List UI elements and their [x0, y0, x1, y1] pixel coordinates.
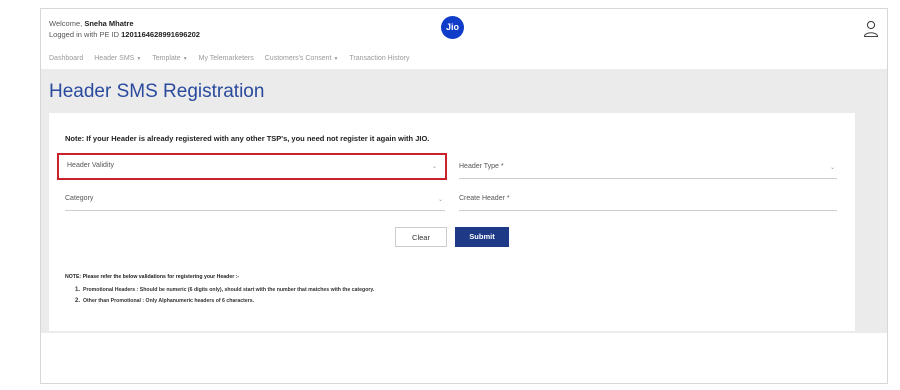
pe-id: 1201164628991696202: [121, 30, 200, 39]
nav-template[interactable]: Template ▼: [152, 55, 187, 62]
registration-card: Note: If your Header is already register…: [49, 113, 855, 331]
registration-note: Note: If your Header is already register…: [65, 134, 430, 143]
validation-list: 1. Promotional Headers : Should be numeri…: [75, 285, 374, 307]
nav-transaction-history[interactable]: Transaction History: [349, 55, 409, 62]
header-type-select[interactable]: Header Type * ⌄: [459, 155, 837, 179]
caret-down-icon: ▼: [333, 55, 339, 62]
caret-down-icon: ▼: [136, 55, 142, 62]
validation-note-title: NOTE: Please refer the below validations…: [65, 274, 240, 280]
nav-dashboard[interactable]: Dashboard: [49, 55, 83, 62]
validation-item: 1. Promotional Headers : Should be numeri…: [75, 287, 375, 293]
header-type-label: Header Type *: [459, 163, 504, 170]
chevron-down-icon: ⌄: [437, 197, 443, 203]
user-name: Sneha Mhatre: [84, 19, 134, 28]
nav-my-telemarketers[interactable]: My Telemarketers: [199, 55, 254, 62]
nav-header-sms[interactable]: Header SMS ▼: [94, 55, 141, 62]
pe-id-prefix: Logged in with PE ID: [49, 30, 120, 39]
page-title: Header SMS Registration: [49, 81, 265, 102]
submit-button[interactable]: Submit: [455, 227, 509, 247]
user-icon[interactable]: [863, 20, 879, 38]
top-bar: Welcome, Sneha Mhatre Logged in with PE …: [41, 9, 887, 47]
create-header-placeholder: Create Header *: [459, 195, 510, 202]
main-nav: Dashboard Header SMS ▼ Template ▼ My Telem…: [41, 49, 887, 67]
header-validity-select[interactable]: Header Validity ⌄: [57, 153, 447, 180]
welcome-prefix: Welcome,: [49, 19, 83, 28]
chevron-down-icon: ⌄: [431, 164, 437, 170]
nav-customers-consent[interactable]: Customers's Consent ▼: [265, 55, 339, 62]
jio-logo: Jio: [441, 16, 464, 39]
header-validity-label: Header Validity: [67, 162, 114, 169]
app-frame: Welcome, Sneha Mhatre Logged in with PE …: [40, 8, 888, 384]
create-header-input[interactable]: Create Header *: [459, 187, 837, 211]
chevron-down-icon: ⌄: [829, 165, 835, 171]
category-label: Category: [65, 195, 94, 202]
category-select[interactable]: Category ⌄: [65, 187, 445, 211]
caret-down-icon: ▼: [182, 55, 188, 62]
validation-item: 2. Other than Promotional : Only Alphanum…: [75, 298, 255, 304]
welcome-block: Welcome, Sneha Mhatre Logged in with PE …: [49, 18, 200, 40]
clear-button[interactable]: Clear: [395, 227, 447, 247]
